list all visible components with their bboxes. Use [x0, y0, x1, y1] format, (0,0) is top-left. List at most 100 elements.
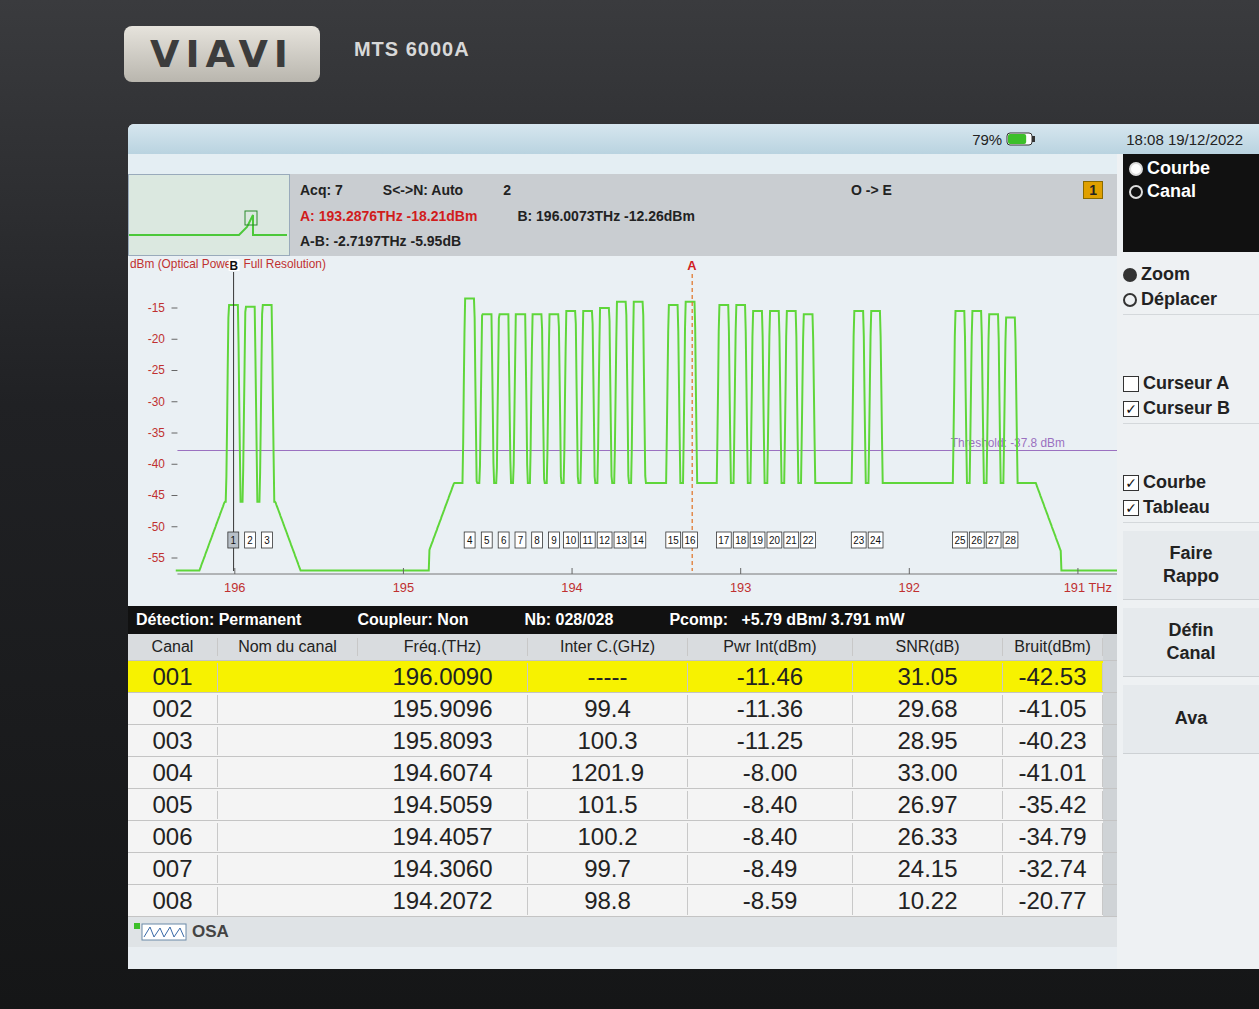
cursor-a-label: A: [687, 258, 696, 273]
column-header[interactable]: Pwr Int(dBm): [688, 638, 853, 656]
table-row[interactable]: 007194.306099.7-8.4924.15-32.74: [128, 853, 1117, 885]
table-row[interactable]: 006194.4057100.2-8.4026.33-34.79: [128, 821, 1117, 853]
channel-marker[interactable]: 24: [868, 532, 883, 548]
channel-marker[interactable]: 25: [952, 532, 967, 548]
table-cell: 194.2072: [358, 887, 528, 915]
cursor-b-line[interactable]: [233, 272, 234, 571]
channel-marker[interactable]: 14: [631, 532, 646, 548]
svg-text:-25: -25: [148, 363, 166, 377]
view-radio[interactable]: Courbe: [1129, 158, 1253, 179]
channel-marker[interactable]: 10: [563, 532, 578, 548]
channel-marker[interactable]: 28: [1003, 532, 1018, 548]
svg-text:26: 26: [971, 535, 982, 546]
mode-radio[interactable]: Zoom: [1123, 264, 1259, 285]
table-cell: -41.05: [1003, 695, 1103, 723]
table-cell: -8.00: [688, 759, 853, 787]
mode-radio[interactable]: Déplacer: [1123, 289, 1259, 310]
y-tick: -35: [148, 426, 178, 440]
x-tick: 192: [899, 568, 920, 595]
side-button[interactable]: Défin Canal: [1123, 608, 1259, 677]
channel-marker[interactable]: 7: [515, 532, 526, 548]
top-bezel: VIAVIMTS 6000A: [0, 0, 1259, 124]
table-cell: 194.5059: [358, 791, 528, 819]
column-header[interactable]: Nom du canal: [218, 638, 358, 656]
channel-marker[interactable]: 13: [614, 532, 629, 548]
svg-text:195: 195: [393, 580, 414, 595]
channel-marker[interactable]: 20: [767, 532, 782, 548]
channel-marker[interactable]: 11: [580, 532, 595, 548]
channel-marker[interactable]: 26: [969, 532, 984, 548]
table-row[interactable]: 004194.60741201.9-8.0033.00-41.01: [128, 757, 1117, 789]
column-header[interactable]: SNR(dB): [853, 638, 1003, 656]
table-cell: -----: [528, 663, 688, 691]
table-cell: -41.01: [1003, 759, 1103, 787]
coupler: Coupleur: Non: [357, 611, 468, 629]
model-label: MTS 6000A: [354, 38, 470, 61]
svg-text:-30: -30: [148, 395, 166, 409]
spectrum-chart[interactable]: dBm (Optical PowerBFull Resolution)-15-2…: [128, 256, 1117, 606]
cursor-a-line[interactable]: [692, 274, 693, 571]
channel-marker[interactable]: 21: [784, 532, 799, 548]
table-cell: -8.40: [688, 791, 853, 819]
column-header[interactable]: Inter C.(GHz): [528, 638, 688, 656]
table-cell: 194.6074: [358, 759, 528, 787]
page-badge[interactable]: 1: [1083, 181, 1103, 199]
overview-trace-icon: [129, 175, 287, 255]
cursor-checkbox[interactable]: Curseur B: [1123, 398, 1259, 419]
channel-marker[interactable]: 5: [481, 532, 492, 548]
table-cell: -11.25: [688, 727, 853, 755]
channel-marker[interactable]: 16: [683, 532, 698, 548]
channel-marker[interactable]: 12: [597, 532, 612, 548]
x-tick: 196: [224, 568, 245, 595]
table-row[interactable]: 008194.207298.8-8.5910.22-20.77: [128, 885, 1117, 917]
channel-marker[interactable]: 27: [986, 532, 1001, 548]
cursor-checkbox[interactable]: Curseur A: [1123, 373, 1259, 394]
channel-marker[interactable]: 4: [464, 532, 475, 548]
table-cell: -8.40: [688, 823, 853, 851]
column-header[interactable]: Canal: [128, 638, 218, 656]
channel-marker[interactable]: 17: [716, 532, 731, 548]
svg-text:192: 192: [899, 580, 920, 595]
table-cell: 33.00: [853, 759, 1003, 787]
chart-area: dBm (Optical PowerBFull Resolution)-15-2…: [128, 256, 1117, 606]
table-cell: 10.22: [853, 887, 1003, 915]
channel-marker[interactable]: 6: [498, 532, 509, 548]
table-row[interactable]: 001196.0090------11.4631.05-42.53: [128, 661, 1117, 693]
table-cell: -35.42: [1003, 791, 1103, 819]
channel-marker[interactable]: 15: [666, 532, 681, 548]
side-button[interactable]: Faire Rappo: [1123, 531, 1259, 600]
clock: 18:08 19/12/2022: [1126, 131, 1243, 148]
table-row[interactable]: 005194.5059101.5-8.4026.97-35.42: [128, 789, 1117, 821]
table-row[interactable]: 003195.8093100.3-11.2528.95-40.23: [128, 725, 1117, 757]
display-checkbox[interactable]: Courbe: [1123, 472, 1259, 493]
display-checkbox[interactable]: Tableau: [1123, 497, 1259, 518]
column-header[interactable]: Bruit(dBm): [1003, 638, 1103, 656]
battery: 79%: [972, 131, 1036, 148]
screen: 79%18:08 19/12/2022Acq: 7S<->N: Auto2O -…: [128, 124, 1259, 969]
table-cell: -11.36: [688, 695, 853, 723]
channel-marker[interactable]: 1: [228, 532, 239, 548]
table-header: CanalNom du canalFréq.(THz)Inter C.(GHz)…: [128, 634, 1117, 661]
channel-marker[interactable]: 22: [801, 532, 816, 548]
view-radio[interactable]: Canal: [1129, 181, 1253, 202]
svg-text:3: 3: [264, 535, 270, 546]
channel-marker[interactable]: 3: [262, 532, 273, 548]
overview-thumbnail[interactable]: [128, 174, 290, 256]
column-header[interactable]: Fréq.(THz): [358, 638, 528, 656]
channel-marker[interactable]: 2: [245, 532, 256, 548]
channel-marker[interactable]: 8: [532, 532, 543, 548]
table-cell: -8.49: [688, 855, 853, 883]
osa-tab[interactable]: OSA: [192, 922, 229, 942]
channel-marker[interactable]: 19: [750, 532, 765, 548]
mode-options: Zoom Déplacer: [1123, 260, 1259, 315]
channel-marker[interactable]: 18: [733, 532, 748, 548]
table-row[interactable]: 002195.909699.4-11.3629.68-41.05: [128, 693, 1117, 725]
table-cell: 26.97: [853, 791, 1003, 819]
side-button[interactable]: Ava: [1123, 685, 1259, 754]
svg-text:196: 196: [224, 580, 245, 595]
table-cell: 195.8093: [358, 727, 528, 755]
channel-marker[interactable]: 9: [549, 532, 560, 548]
channel-marker[interactable]: 23: [851, 532, 866, 548]
body: Acq: 7S<->N: Auto2O -> E1A: 193.2876THz …: [128, 154, 1259, 969]
table-cell: 001: [128, 663, 218, 691]
